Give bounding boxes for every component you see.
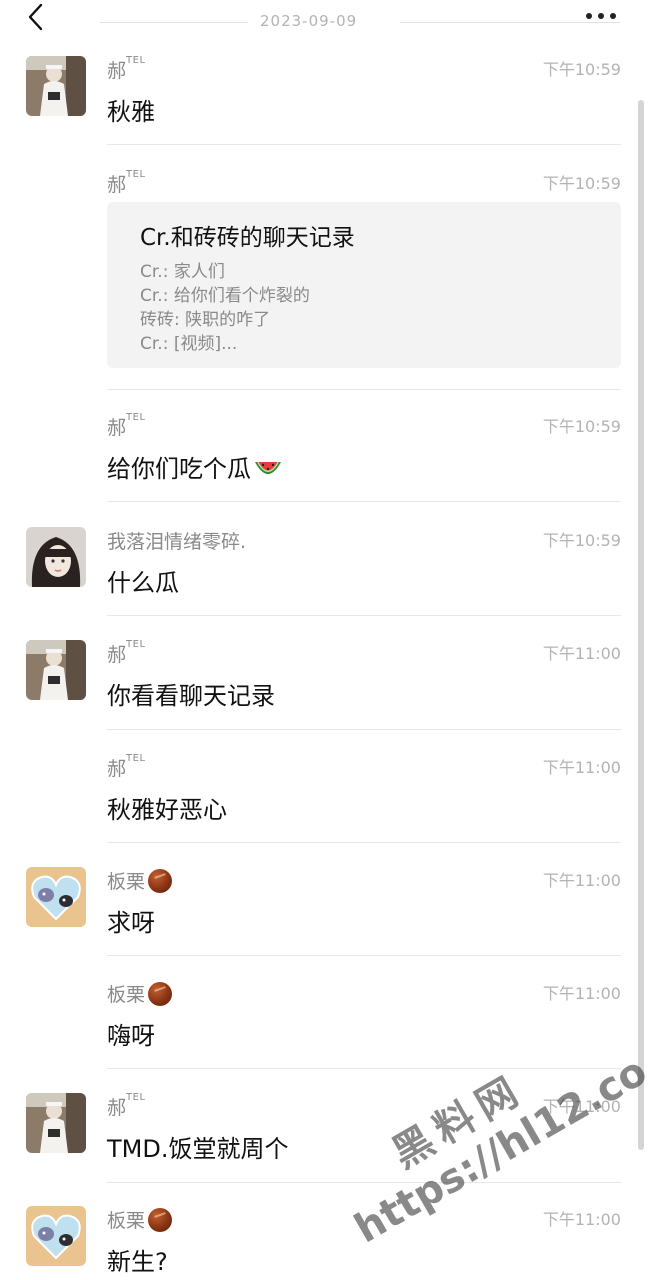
- sender-name-text: 板栗: [107, 871, 146, 893]
- avatar-girl-selfie-icon: [26, 527, 86, 587]
- scrollbar[interactable]: [638, 100, 644, 1150]
- chevron-left-icon: [28, 3, 43, 31]
- sender-name-text: 郝: [107, 758, 127, 780]
- message-text[interactable]: 新生?: [107, 1242, 168, 1277]
- avatar[interactable]: [26, 56, 86, 116]
- message-time: 下午10:59: [542, 60, 621, 79]
- message-divider: [107, 144, 621, 145]
- sender-tag: TEL: [126, 1092, 146, 1103]
- message-divider: [107, 729, 621, 730]
- message-divider: [107, 389, 621, 390]
- avatar-girl-mirror-icon: [26, 640, 86, 700]
- message-divider: [107, 955, 621, 956]
- sender-name-text: 郝: [107, 60, 127, 82]
- message-divider: [107, 501, 621, 502]
- sender-name-text: 板栗: [107, 1210, 146, 1232]
- chestnut-emoji-icon: [148, 869, 173, 893]
- date-divider-line-left: [100, 22, 248, 23]
- chat-record-line: 砖砖: 陕职的咋了: [140, 310, 271, 330]
- message-time: 下午11:00: [542, 1097, 621, 1116]
- sender-name-text: 郝: [107, 417, 127, 439]
- watermark-title: 黑料网: [384, 1065, 533, 1178]
- sender-name: 板栗: [107, 867, 173, 894]
- sender-tag: TEL: [126, 55, 146, 66]
- more-dots-icon: [586, 13, 592, 19]
- sender-name: 郝TEL: [107, 1092, 146, 1120]
- chat-record-title: Cr.和砖砖的聊天记录: [140, 225, 355, 251]
- avatar[interactable]: [26, 527, 86, 587]
- message-text[interactable]: 什么瓜: [107, 563, 179, 598]
- message-time: 下午11:00: [542, 758, 621, 777]
- sender-tag: TEL: [126, 639, 146, 650]
- avatar[interactable]: [26, 1093, 86, 1153]
- chat-record-line: Cr.: 给你们看个炸裂的: [140, 286, 310, 306]
- more-options-button[interactable]: [583, 6, 619, 26]
- back-button[interactable]: [22, 2, 52, 32]
- avatar[interactable]: [26, 1206, 86, 1266]
- avatar-cartoon-heart-icon: [26, 867, 86, 927]
- sender-name: 板栗: [107, 1206, 173, 1233]
- message-text[interactable]: 给你们吃个瓜: [107, 449, 283, 484]
- avatar-cartoon-heart-icon: [26, 1206, 86, 1266]
- sender-name-text: 板栗: [107, 984, 146, 1006]
- sender-name: 郝TEL: [107, 169, 146, 197]
- top-bar: 2023-09-09: [0, 0, 649, 40]
- date-divider: 2023-09-09: [100, 10, 620, 34]
- sender-name: 板栗: [107, 980, 173, 1007]
- message-text[interactable]: 嗨呀: [107, 1016, 155, 1051]
- avatar-girl-mirror-icon: [26, 1093, 86, 1153]
- chat-history-page: 2023-09-09 郝TEL 下午10:59 秋雅 郝TEL 下午10:59 …: [0, 0, 649, 1280]
- message-divider: [107, 842, 621, 843]
- sender-name: 郝TEL: [107, 55, 146, 83]
- sender-name-text: 郝: [107, 174, 127, 196]
- chat-record-line: Cr.: 家人们: [140, 262, 225, 282]
- message-text[interactable]: 你看看聊天记录: [107, 676, 275, 711]
- avatar-girl-mirror-icon: [26, 56, 86, 116]
- message-text-content: 给你们吃个瓜: [107, 455, 251, 483]
- sender-name-text: 郝: [107, 644, 127, 666]
- message-text[interactable]: 求呀: [107, 903, 155, 938]
- message-divider: [107, 1182, 621, 1183]
- sender-tag: TEL: [126, 169, 146, 180]
- sender-name-text: 郝: [107, 1097, 127, 1119]
- sender-tag: TEL: [126, 753, 146, 764]
- message-divider: [107, 615, 621, 616]
- message-time: 下午11:00: [542, 984, 621, 1003]
- message-time: 下午10:59: [542, 531, 621, 550]
- watermelon-emoji-icon: [255, 462, 281, 474]
- message-text[interactable]: 秋雅好恶心: [107, 790, 227, 825]
- message-time: 下午10:59: [542, 174, 621, 193]
- avatar[interactable]: [26, 640, 86, 700]
- sender-name: 郝TEL: [107, 412, 146, 440]
- sender-tag: TEL: [126, 412, 146, 423]
- message-divider: [107, 1068, 621, 1069]
- message-time: 下午11:00: [542, 644, 621, 663]
- chat-record-line: Cr.: [视频]...: [140, 334, 238, 354]
- message-time: 下午11:00: [542, 871, 621, 890]
- message-time: 下午11:00: [542, 1210, 621, 1229]
- sender-name: 郝TEL: [107, 639, 146, 667]
- watermark: 黑料网 https://hl12.co: [310, 998, 649, 1280]
- chat-record-card[interactable]: Cr.和砖砖的聊天记录 Cr.: 家人们 Cr.: 给你们看个炸裂的 砖砖: 陕…: [107, 202, 621, 368]
- message-text[interactable]: 秋雅: [107, 92, 155, 127]
- message-time: 下午10:59: [542, 417, 621, 436]
- date-label: 2023-09-09: [260, 12, 358, 30]
- sender-name: 我落泪情绪零碎.: [107, 531, 247, 553]
- avatar[interactable]: [26, 867, 86, 927]
- chestnut-emoji-icon: [148, 1208, 173, 1232]
- message-text[interactable]: TMD.饭堂就周个: [107, 1129, 288, 1164]
- sender-name: 郝TEL: [107, 753, 146, 781]
- chestnut-emoji-icon: [148, 982, 173, 1006]
